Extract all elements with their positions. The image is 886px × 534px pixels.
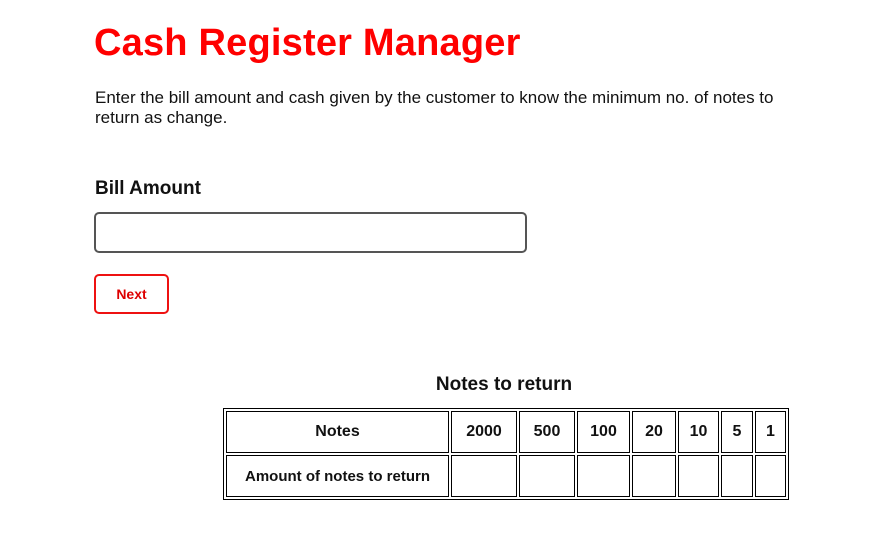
denomination-cell: 1 — [755, 411, 786, 453]
notes-row: Notes 2000 500 100 20 10 5 1 — [226, 411, 786, 453]
note-count-cell — [519, 455, 575, 497]
amount-row-header: Amount of notes to return — [226, 455, 449, 497]
denomination-cell: 5 — [721, 411, 753, 453]
note-count-cell — [678, 455, 719, 497]
notes-table: Notes 2000 500 100 20 10 5 1 Amount of n… — [223, 408, 789, 500]
denomination-cell: 20 — [632, 411, 676, 453]
denomination-cell: 500 — [519, 411, 575, 453]
note-count-cell — [577, 455, 630, 497]
page-title: Cash Register Manager — [94, 22, 521, 64]
bill-amount-label: Bill Amount — [95, 178, 201, 199]
denomination-cell: 2000 — [451, 411, 517, 453]
bill-amount-input[interactable] — [94, 212, 527, 253]
note-count-cell — [632, 455, 676, 497]
page-description: Enter the bill amount and cash given by … — [95, 88, 774, 127]
next-button[interactable]: Next — [94, 274, 169, 314]
note-count-cell — [755, 455, 786, 497]
table-caption: Notes to return — [435, 374, 573, 395]
notes-row-header: Notes — [226, 411, 449, 453]
denomination-cell: 100 — [577, 411, 630, 453]
note-count-cell — [721, 455, 753, 497]
note-count-cell — [451, 455, 517, 497]
amount-row: Amount of notes to return — [226, 455, 786, 497]
denomination-cell: 10 — [678, 411, 719, 453]
